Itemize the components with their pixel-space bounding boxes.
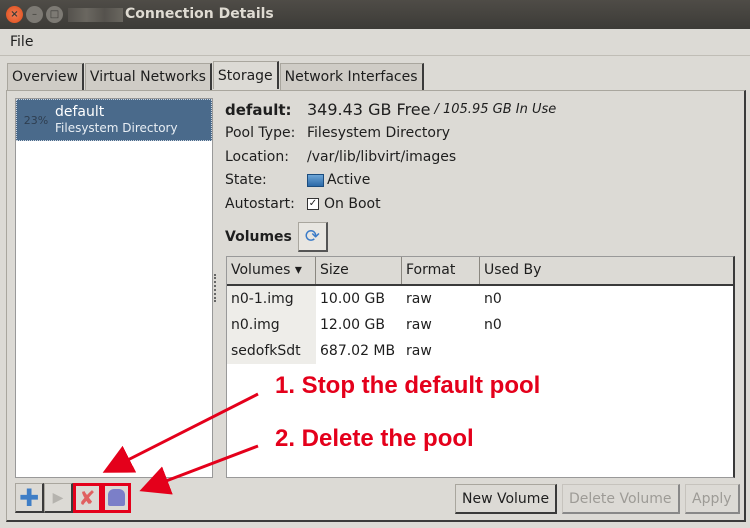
pool-free: 349.43 GB Free <box>307 100 431 120</box>
volumes-title: Volumes <box>225 229 292 245</box>
refresh-volumes-button[interactable]: ⟳ <box>297 222 328 252</box>
maximize-window-button[interactable]: □ <box>46 6 63 23</box>
pool-details: default: 349.43 GB Free / 105.95 GB In U… <box>225 98 556 216</box>
apply-button[interactable]: Apply <box>685 484 740 514</box>
menu-bar: File <box>0 29 750 56</box>
pane-splitter-handle[interactable] <box>214 274 217 302</box>
sort-descending-icon: ▾ <box>294 262 302 278</box>
stop-x-icon: ✘ <box>78 485 96 510</box>
start-pool-button[interactable]: ▶ <box>44 483 73 513</box>
volume-format: raw <box>406 291 432 307</box>
autostart-value: On Boot <box>324 195 381 212</box>
plus-icon: ✚ <box>18 483 40 512</box>
column-header-size[interactable]: Size <box>316 257 402 284</box>
minimize-icon: – <box>32 9 37 20</box>
volume-used-by: n0 <box>484 317 502 333</box>
delete-icon <box>107 489 125 506</box>
maximize-icon: □ <box>49 9 60 20</box>
column-header-used-by[interactable]: Used By <box>480 257 733 284</box>
table-row[interactable]: n0-1.img 10.00 GB raw n0 <box>227 286 733 312</box>
tab-network-interfaces[interactable]: Network Interfaces <box>279 63 424 90</box>
volume-used-by: n0 <box>484 291 502 307</box>
minimize-window-button[interactable]: – <box>26 6 43 23</box>
menu-file[interactable]: File <box>10 34 33 50</box>
pool-list[interactable]: 23% default Filesystem Directory <box>15 98 213 478</box>
close-window-button[interactable]: × <box>6 6 23 23</box>
new-volume-button[interactable]: New Volume <box>455 484 558 514</box>
tab-storage[interactable]: Storage <box>212 61 279 89</box>
state-label: State: <box>225 172 267 189</box>
autostart-label: Autostart: <box>225 195 295 212</box>
column-header-volumes[interactable]: Volumes ▾ <box>227 257 316 284</box>
volume-format: raw <box>406 343 432 359</box>
pool-actions-toolbar: ✚ ▶ ✘ <box>15 483 131 513</box>
volume-format: raw <box>406 317 432 333</box>
tab-virtual-networks[interactable]: Virtual Networks <box>84 63 212 90</box>
refresh-icon: ⟳ <box>304 226 320 247</box>
play-icon: ▶ <box>52 489 64 506</box>
table-row[interactable]: n0.img 12.00 GB raw n0 <box>227 312 733 338</box>
annotation-step-1: 1. Stop the default pool <box>275 372 541 400</box>
annotation-step-2: 2. Delete the pool <box>275 425 474 453</box>
volume-name: sedofkSdt <box>227 338 316 364</box>
pool-usage: 23% <box>23 113 49 127</box>
pool-type-value: Filesystem Directory <box>307 125 451 142</box>
pool-in-use: / 105.95 GB In Use <box>434 102 557 118</box>
location-value: /var/lib/libvirt/images <box>307 148 457 165</box>
autostart-checkbox[interactable]: ✓ <box>307 197 319 210</box>
volume-name: n0-1.img <box>227 286 316 312</box>
volume-name: n0.img <box>227 312 316 338</box>
table-row[interactable]: sedofkSdt 687.02 MB raw <box>227 338 733 364</box>
stop-pool-button[interactable]: ✘ <box>73 483 102 513</box>
title-bar: × – □ Connection Details <box>0 0 750 29</box>
volumes-header: Volumes ⟳ <box>225 222 328 252</box>
volume-size: 10.00 GB <box>320 291 385 307</box>
volume-size: 12.00 GB <box>320 317 385 333</box>
delete-volume-button[interactable]: Delete Volume <box>562 484 680 514</box>
redacted-hostname <box>68 8 123 22</box>
delete-pool-button[interactable] <box>102 483 131 513</box>
volumes-table-header: Volumes ▾ Size Format Used By <box>227 257 733 286</box>
state-value: Active <box>327 172 371 189</box>
pool-item-default[interactable]: 23% default Filesystem Directory <box>16 99 212 141</box>
column-header-format[interactable]: Format <box>402 257 480 284</box>
pool-type: Filesystem Directory <box>55 121 178 135</box>
tab-overview[interactable]: Overview <box>7 63 84 90</box>
tab-bar: Overview Virtual Networks Storage Networ… <box>7 61 425 90</box>
pool-type-label: Pool Type: <box>225 125 296 142</box>
pool-name-label: default: <box>225 100 292 119</box>
volume-size: 687.02 MB <box>320 343 396 359</box>
add-pool-button[interactable]: ✚ <box>15 483 44 513</box>
window-title: Connection Details <box>125 6 274 22</box>
pool-name: default <box>55 104 105 120</box>
close-icon: × <box>10 9 19 20</box>
location-label: Location: <box>225 148 289 165</box>
state-active-icon <box>307 173 324 187</box>
